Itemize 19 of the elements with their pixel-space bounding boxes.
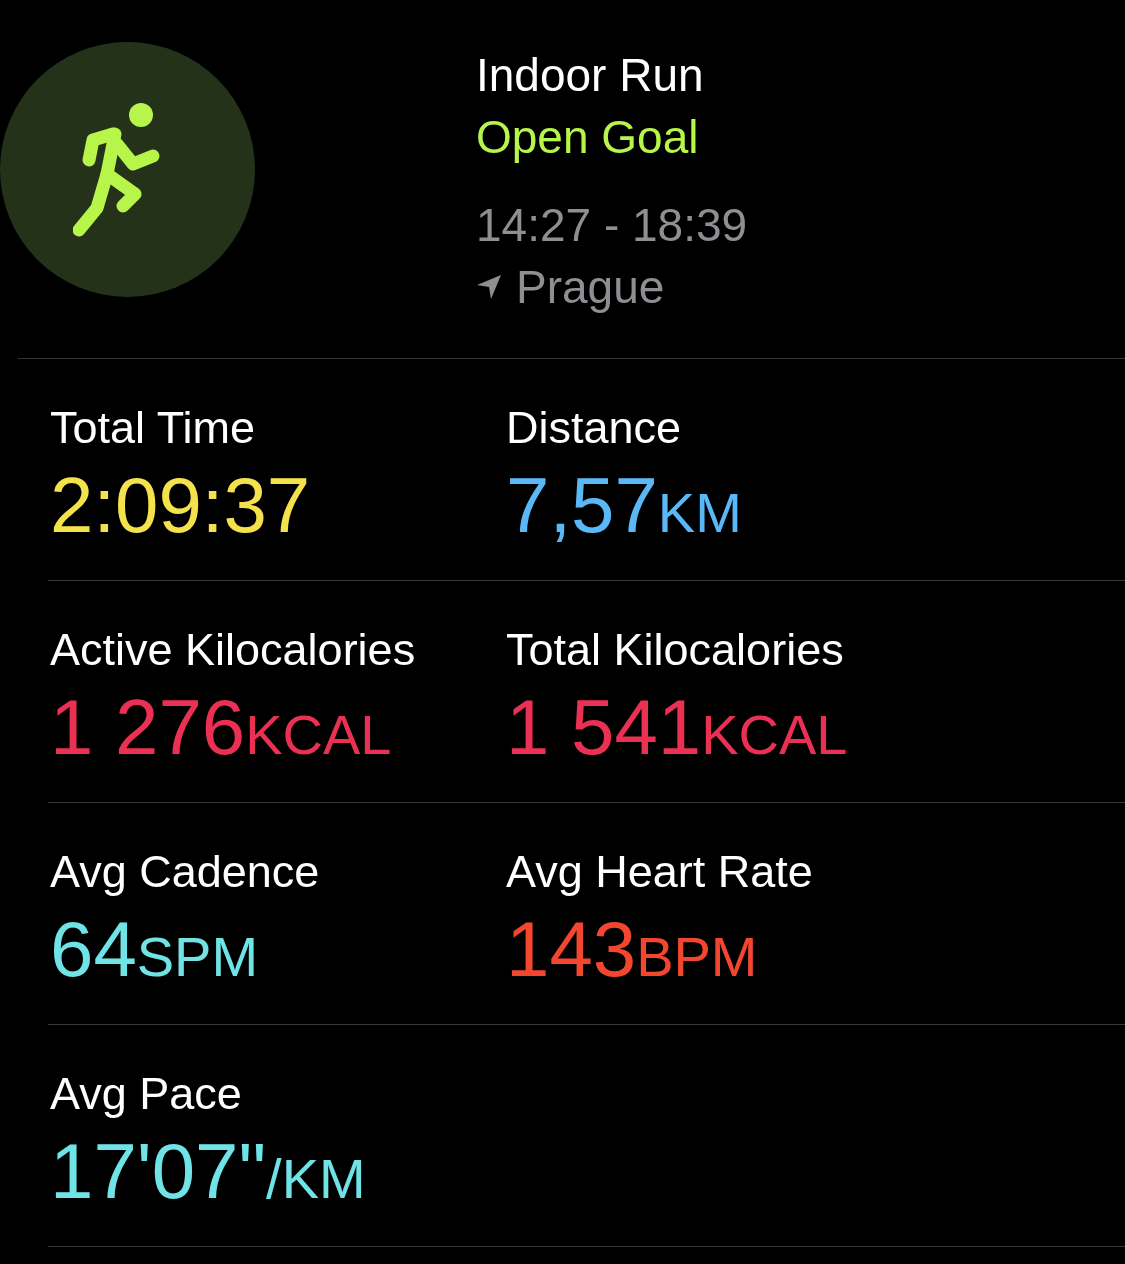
workout-goal: Open Goal <box>476 110 700 165</box>
workout-title: Indoor Run <box>476 48 705 103</box>
location-arrow-icon <box>476 274 502 300</box>
metric-value: 1 276KCAL <box>50 683 392 771</box>
time-range: 14:27 - 18:39 <box>476 198 748 253</box>
metric-value: 17'07"/KM <box>50 1127 366 1215</box>
location-text: Prague <box>516 260 665 315</box>
metric-label: Avg Cadence <box>50 845 320 899</box>
metric-value: 2:09:37 <box>50 461 311 549</box>
metric-label: Distance <box>506 401 682 455</box>
metric-label: Total Time <box>50 401 256 455</box>
metric-value: 7,57KM <box>506 461 742 549</box>
metric-value: 1 541KCAL <box>506 683 848 771</box>
metric-label: Total Kilocalories <box>506 623 844 677</box>
metric-label: Avg Heart Rate <box>506 845 813 899</box>
metric-label: Avg Pace <box>50 1067 242 1121</box>
metric-label: Active Kilocalories <box>50 623 416 677</box>
metric-value: 143BPM <box>506 905 758 993</box>
metric-value: 64SPM <box>50 905 259 993</box>
